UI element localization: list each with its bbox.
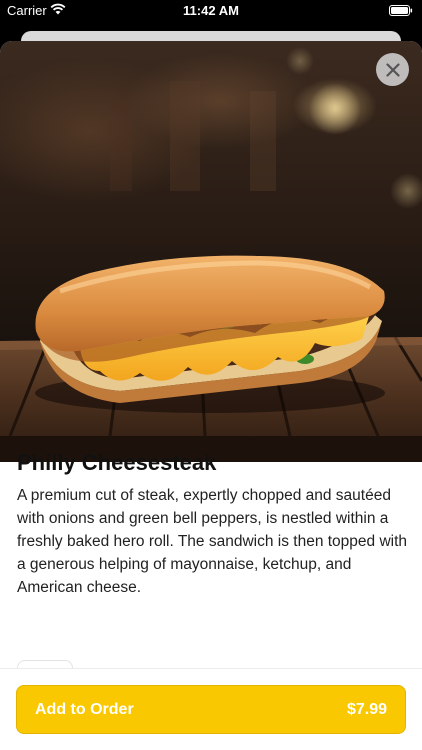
close-button[interactable] bbox=[376, 53, 409, 86]
sandwich-photo bbox=[0, 41, 422, 462]
status-time: 11:42 AM bbox=[183, 3, 239, 18]
item-detail-sheet bbox=[0, 41, 422, 750]
add-to-order-button[interactable]: Add to Order $7.99 bbox=[16, 685, 406, 734]
add-to-order-label: Add to Order bbox=[35, 701, 134, 718]
item-description: A premium cut of steak, expertly chopped… bbox=[17, 487, 408, 596]
close-icon bbox=[385, 62, 400, 77]
battery-icon bbox=[389, 5, 413, 16]
item-title: Philly Cheesesteak bbox=[17, 450, 217, 475]
sandwich-illustration bbox=[0, 47, 422, 462]
item-price: $7.99 bbox=[346, 701, 387, 718]
screen: Carrier 11:42 AM Philly Cheesesteak A pr… bbox=[0, 0, 422, 750]
status-bar: Carrier 11:42 AM bbox=[0, 0, 422, 22]
